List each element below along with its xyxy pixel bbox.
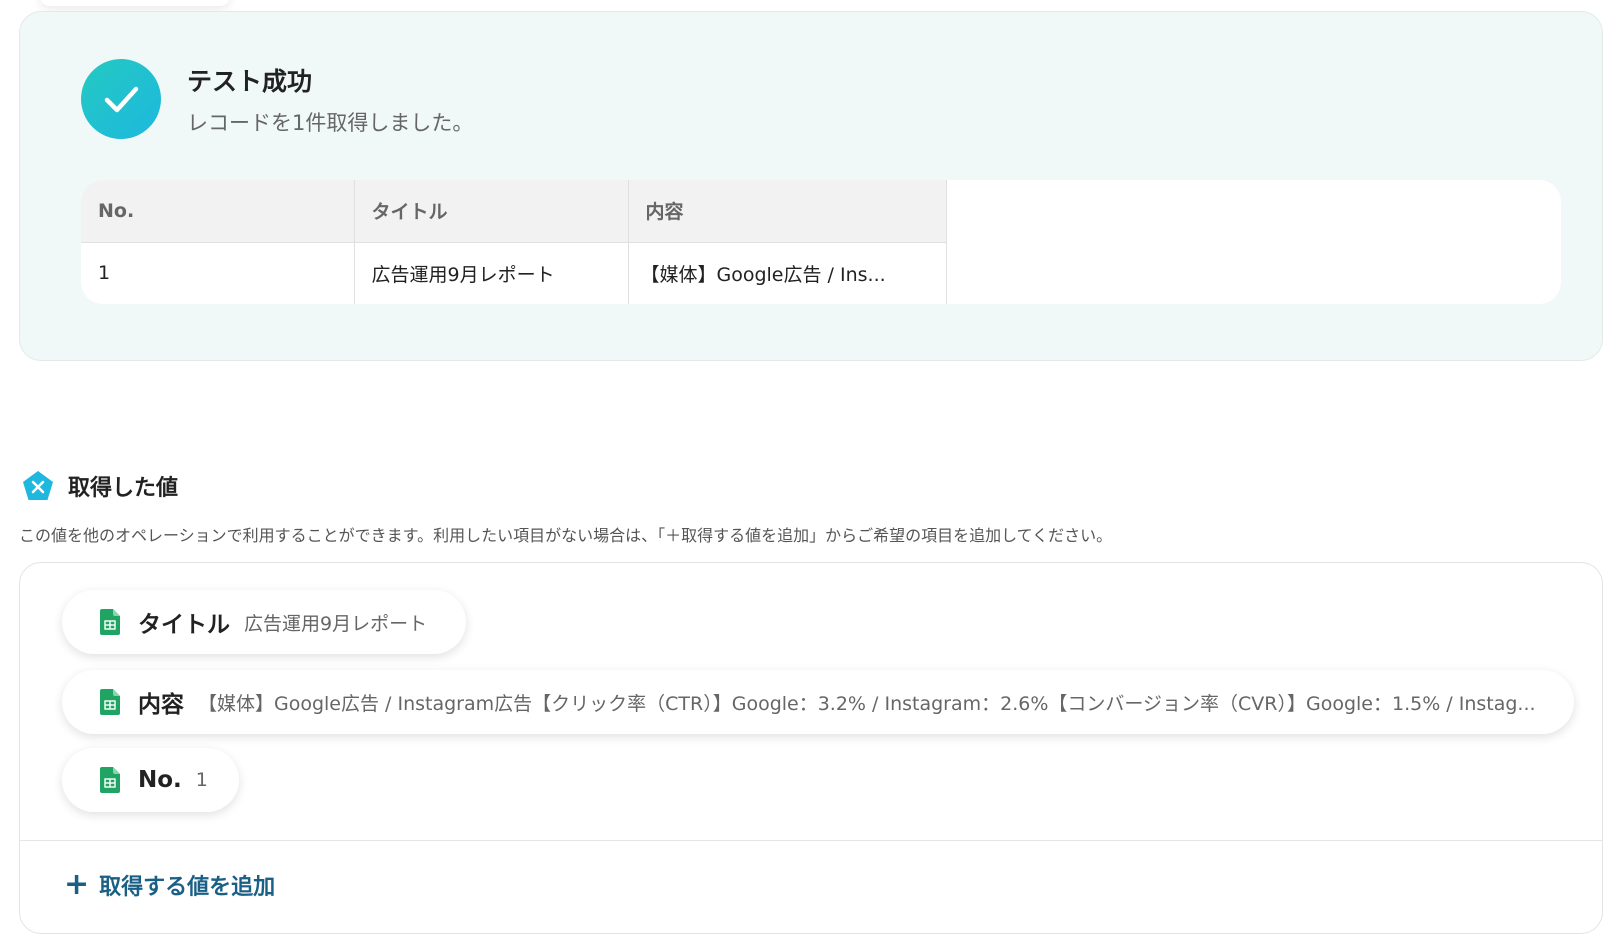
spreadsheet-icon [100,689,120,715]
table-header-row: No. タイトル 内容 [81,180,947,243]
value-text: 【媒体】Google広告 / Instagram広告【クリック率（CTR）】Go… [198,692,1536,715]
table-row: 1 広告運用9月レポート 【媒体】Google広告 / Ins... [81,242,947,304]
plus-icon: + [64,867,90,902]
record-table: No. タイトル 内容 1 広告運用9月レポート 【媒体】Google広告 / … [81,180,1561,304]
column-header-title: タイトル [354,180,629,243]
table-cell-content: 【媒体】Google広告 / Ins... [628,242,947,304]
value-text: 1 [195,769,208,791]
table-cell-no: 1 [81,242,355,304]
result-title: テスト成功 [187,67,313,96]
check-circle-icon [81,59,161,139]
divider [20,840,1602,841]
column-header-no: No. [81,180,355,243]
value-key: No. [138,767,182,793]
spreadsheet-icon [100,609,120,635]
section-title: 取得した値 [68,476,179,501]
values-card: タイトル 広告運用9月レポート 内容 【媒体】Google広告 / Instag… [19,562,1603,934]
table-cell-title: 広告運用9月レポート [354,242,629,304]
value-chip-title[interactable]: タイトル 広告運用9月レポート [62,590,466,654]
variable-icon [23,471,53,500]
add-value-label: 取得する値を追加 [99,875,276,900]
value-key: タイトル [138,612,230,638]
previous-card-edge [40,0,230,6]
value-key: 内容 [138,692,184,718]
column-header-content: 内容 [628,180,947,243]
value-chip-no[interactable]: No. 1 [62,748,239,812]
add-value-button[interactable]: + 取得する値を追加 [64,863,275,907]
test-result-card: テスト成功 レコードを1件取得しました。 No. タイトル 内容 1 広告運用9… [19,11,1603,361]
result-subtitle: レコードを1件取得しました。 [187,111,474,135]
section-description: この値を他のオペレーションで利用することができます。利用したい項目がない場合は、… [19,526,1113,545]
spreadsheet-icon [100,767,120,793]
value-chip-content[interactable]: 内容 【媒体】Google広告 / Instagram広告【クリック率（CTR）… [62,670,1574,734]
value-text: 広告運用9月レポート [244,612,428,635]
